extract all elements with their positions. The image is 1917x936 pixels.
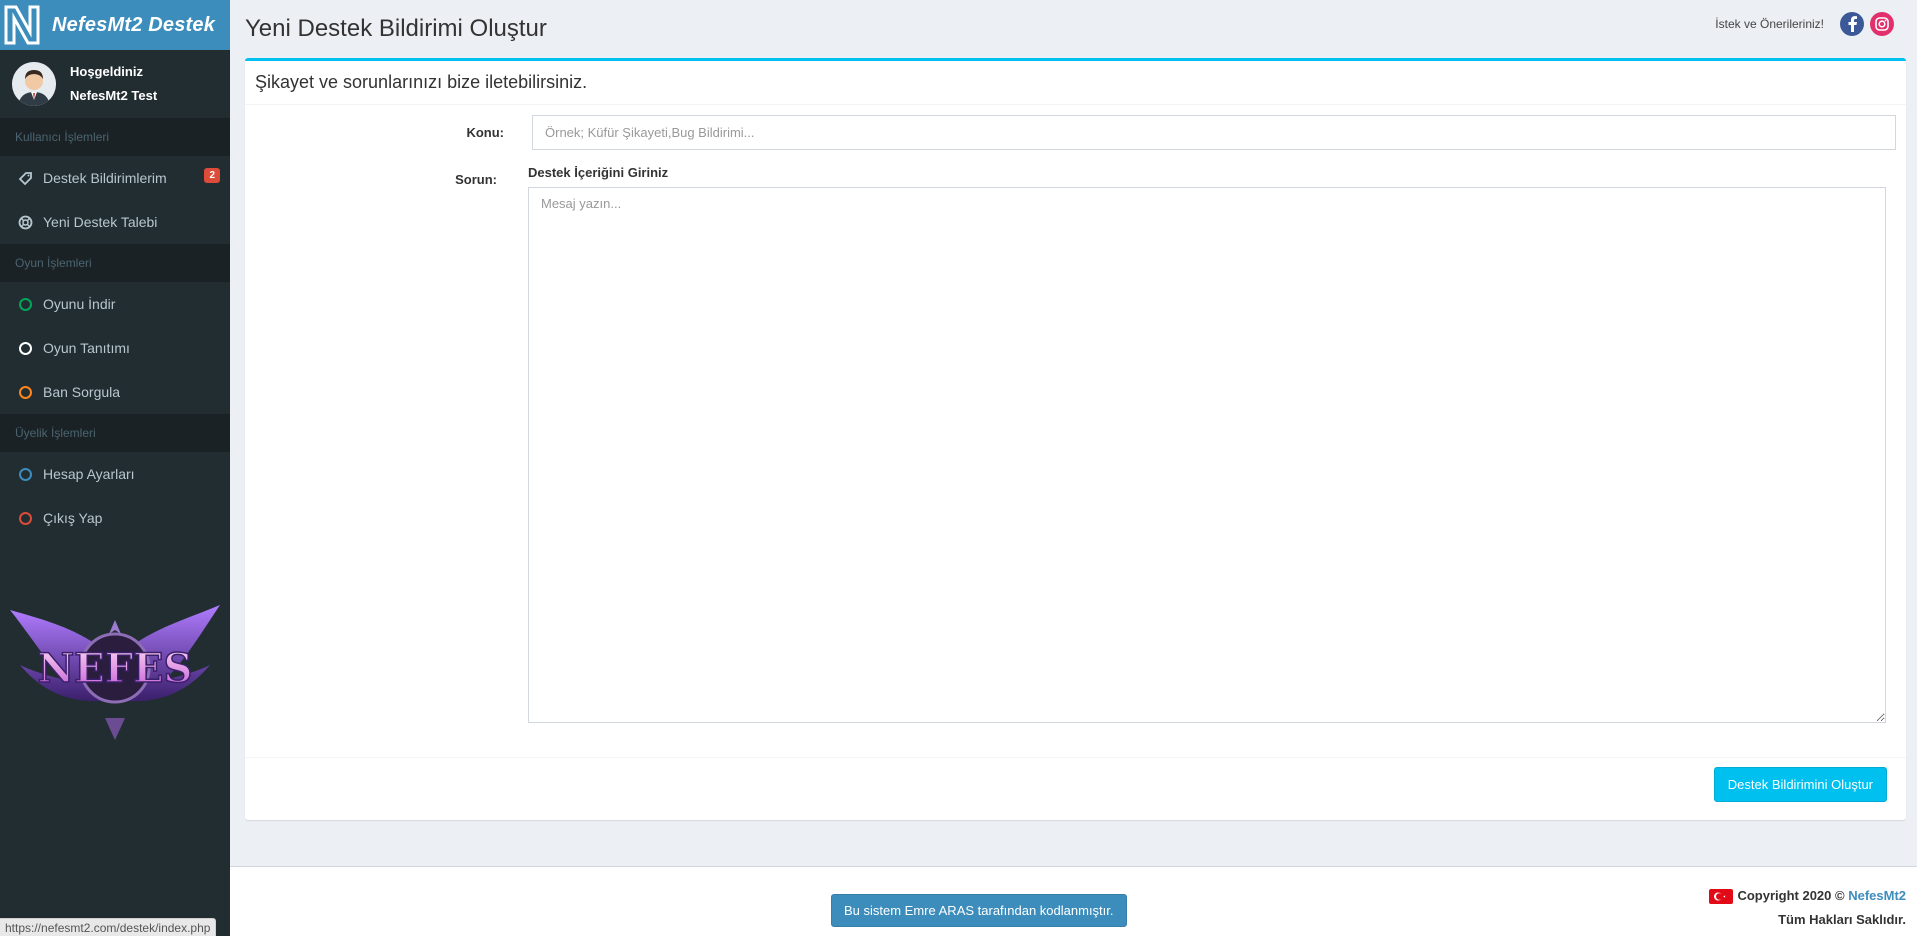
circle-white-icon [17,340,33,356]
sidebar-header-user: Kullanıcı İşlemleri [0,118,230,156]
tickets-count-badge: 2 [204,168,220,183]
ticket-icon [17,170,33,186]
brand-bar[interactable]: NefesMt2 Destek [0,0,230,50]
editor-label: Destek İçeriğini Giriniz [528,165,669,180]
sidebar-header-game: Oyun İşlemleri [0,244,230,282]
brand-name: NefesMt2 Destek [52,13,216,36]
box-title: Şikayet ve sorunlarınızı bize iletebilir… [255,72,588,92]
facebook-icon[interactable] [1840,12,1864,36]
sidebar-item-label: Çıkış Yap [43,510,103,526]
sidebar-item-label: Destek Bildirimlerim [43,170,167,186]
circle-blue-icon [17,466,33,482]
sidebar-item-label: Oyunu İndir [43,296,116,312]
sidebar-item-label: Yeni Destek Talebi [43,214,158,230]
avatar [12,62,56,106]
problem-label: Sorun: [455,172,497,187]
copyright: Copyright 2020 © NefesMt2 Tüm Hakları Sa… [1709,884,1906,932]
turkey-flag-icon [1709,889,1734,905]
sidebar-item-ban-query[interactable]: Ban Sorgula [0,370,230,414]
create-ticket-button[interactable]: Destek Bildirimini Oluştur [1713,767,1887,802]
subject-input[interactable] [532,115,1896,150]
main-footer: Bu sistem Emre ARAS tarafından kodlanmış… [230,866,1917,936]
sidebar-item-download-game[interactable]: Oyunu İndir [0,282,230,326]
sidebar: NefesMt2 Destek Hoşgeldiniz NefesMt2 Tes… [0,0,230,936]
brand-logo-icon [0,0,44,50]
user-name: NefesMt2 Test [70,88,158,103]
circle-red-icon [17,510,33,526]
sidebar-item-new-ticket[interactable]: Yeni Destek Talebi [0,200,230,244]
sidebar-header-membership: Üyelik İşlemleri [0,414,230,452]
sidebar-item-label: Oyun Tanıtımı [43,340,130,356]
sidebar-item-account-settings[interactable]: Hesap Ayarları [0,452,230,496]
copyright-brand-link[interactable]: NefesMt2 [1848,888,1906,903]
sidebar-item-game-intro[interactable]: Oyun Tanıtımı [0,326,230,370]
instagram-icon[interactable] [1870,12,1894,36]
svg-text:NEFES: NEFES [38,645,193,692]
user-panel: Hoşgeldiniz NefesMt2 Test [0,50,230,118]
ticket-form-box: Şikayet ve sorunlarınızı bize iletebilir… [245,58,1906,820]
sidebar-item-logout[interactable]: Çıkış Yap [0,496,230,540]
copyright-text: Copyright 2020 © [1737,888,1845,903]
content-header: Yeni Destek Bildirimi Oluştur İstek ve Ö… [230,0,1917,58]
message-textarea[interactable] [528,187,1886,723]
status-bar-url: https://nefesmt2.com/destek/index.php [0,918,217,936]
life-ring-icon [17,214,33,230]
rights-text: Tüm Hakları Saklıdır. [1778,912,1906,927]
circle-orange-icon [17,384,33,400]
page-title: Yeni Destek Bildirimi Oluştur [245,15,547,42]
box-footer: Destek Bildirimini Oluştur [245,757,1906,823]
circle-green-icon [17,296,33,312]
credit-button[interactable]: Bu sistem Emre ARAS tarafından kodlanmış… [831,894,1127,927]
subject-label: Konu: [466,125,504,140]
sidebar-item-label: Ban Sorgula [43,384,121,400]
user-greeting: Hoşgeldiniz [70,64,143,79]
sidebar-item-label: Hesap Ayarları [43,466,135,482]
suggestions-hint: İstek ve Önerileriniz! [1715,17,1824,31]
sidebar-item-my-tickets[interactable]: Destek Bildirimlerim 2 [0,156,230,200]
nefes-logo-art: NEFES [5,600,225,745]
